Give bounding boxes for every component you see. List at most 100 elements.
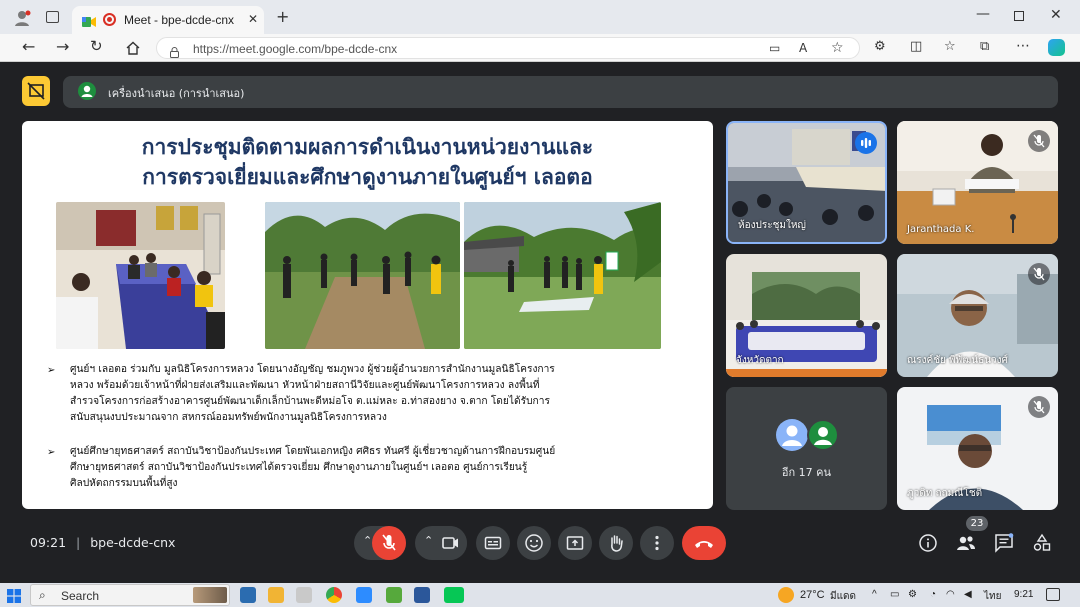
windows-start-icon[interactable] (7, 588, 21, 603)
split-screen-icon[interactable]: ◫ (910, 40, 922, 53)
separator: | (76, 535, 81, 550)
tab-close-icon[interactable]: ✕ (248, 13, 258, 25)
url-field[interactable]: https://meet.google.com/bpe-dcde-cnx ▭ A… (156, 37, 860, 59)
wifi-icon[interactable]: ◠ (946, 589, 955, 600)
tab-meet[interactable]: Meet - bpe-dcde-cnx ✕ (72, 6, 264, 34)
collections-icon[interactable]: ⧉ (980, 40, 989, 53)
leave-call-button[interactable] (682, 526, 726, 560)
zoom-taskbar-icon[interactable] (356, 587, 372, 603)
edge-taskbar-icon[interactable] (240, 587, 256, 603)
input-language[interactable]: ไทย (984, 589, 1001, 604)
people-icon[interactable] (955, 533, 977, 553)
present-icon (566, 536, 584, 550)
back-icon[interactable]: ← (22, 39, 35, 55)
read-aloud-icon[interactable]: A (799, 42, 807, 54)
search-highlight-image (193, 587, 227, 603)
captions-button[interactable] (476, 526, 510, 560)
chevron-up-icon: ⌃ (424, 534, 434, 547)
mic-off-icon (382, 534, 396, 551)
participant-tile[interactable]: จังหวัดตาก (726, 254, 887, 377)
more-options-icon[interactable]: ⋯ (1016, 39, 1030, 53)
bullet-1-line: สำรวจโครงการก่อสร้างอาคารศูนย์พัฒนาเด็กเ… (70, 396, 550, 407)
present-screen-button[interactable] (558, 526, 592, 560)
close-window-icon[interactable]: ✕ (1050, 8, 1062, 22)
file-explorer-taskbar-icon[interactable] (268, 587, 284, 603)
participant-name: ห้องประชุมใหญ่ (738, 220, 806, 231)
chevron-up-icon: ⌃ (363, 534, 373, 547)
profile-icon[interactable] (13, 9, 31, 27)
url-text: https://meet.google.com/bpe-dcde-cnx (193, 42, 398, 56)
app-taskbar-icon[interactable] (296, 587, 312, 603)
bullet-2-line: ศูนย์ศึกษายุทธศาสตร์ สถาบันวิชาป้องกันปร… (70, 446, 556, 457)
system-clock[interactable]: 9:21 (1014, 589, 1033, 600)
taskbar-search[interactable]: ⌕ Search (30, 584, 230, 606)
app-taskbar-icon[interactable] (386, 587, 402, 603)
lock-icon[interactable] (170, 43, 179, 58)
bullet-1-line: หลวง พร้อมด้วยเจ้าหน้าที่ฝ่ายส่งเสริมและ… (70, 380, 540, 391)
copilot-icon[interactable] (1048, 39, 1065, 56)
bullet-1: ศูนย์ฯ เลอตอ ร่วมกับ มูลนิธิโครงการหลวง … (70, 362, 555, 426)
tab-actions-icon[interactable] (46, 11, 59, 23)
favorite-star-icon[interactable]: ☆ (831, 41, 844, 55)
settings-icon[interactable]: ⚙ (908, 589, 917, 600)
avatar (776, 419, 808, 451)
reactions-button[interactable] (517, 526, 551, 560)
bullet-1-line: สนับสนุนงบประมาณจาก สหกรณ์ออมทรัพย์พนักง… (70, 412, 387, 423)
stop-presenting-button[interactable] (22, 76, 50, 106)
participant-tile[interactable]: ณรงค์ชัย พิพัฒน์ธนวงศ์ (897, 254, 1058, 377)
show-hidden-icons[interactable]: ^ (872, 589, 877, 600)
word-taskbar-icon[interactable] (414, 587, 430, 603)
line-taskbar-icon[interactable] (444, 587, 464, 603)
activities-icon[interactable] (1032, 533, 1052, 553)
notifications-icon[interactable] (1046, 588, 1060, 601)
mic-off-icon (1028, 263, 1050, 285)
network-icon[interactable]: ◔ (930, 589, 936, 600)
presenter-avatar-icon (78, 82, 96, 100)
participant-name: ณรงค์ชัย พิพัฒน์ธนวงศ์ (907, 355, 1008, 366)
participant-tile[interactable]: ภูวดิท ถถมณีโชติ (897, 387, 1058, 510)
volume-icon[interactable]: ◀ (964, 589, 972, 600)
chrome-taskbar-icon[interactable] (326, 587, 342, 603)
meeting-time: 09:21 (30, 535, 67, 550)
end-call-icon (695, 541, 713, 548)
minimize-icon[interactable]: — (976, 7, 990, 21)
slide-title-line-1: การประชุมติดตามผลการดำเนินงานหน่วยงานและ (141, 135, 594, 159)
mic-off-icon (1028, 396, 1050, 418)
camera-icon (442, 537, 458, 549)
battery-icon[interactable]: ▭ (890, 589, 899, 600)
slide-title-line-2: การตรวจเยี่ยมและศึกษาดูงานภายในศูนย์ฯ เล… (142, 165, 593, 189)
participant-name: Jaranthada K. (907, 224, 975, 235)
meet-logo-icon (82, 13, 96, 27)
search-label: Search (61, 589, 100, 603)
presentation-off-icon (27, 82, 45, 100)
refresh-icon[interactable]: ↻ (90, 39, 103, 54)
participant-tile[interactable]: ห้องประชุมใหญ่ (726, 121, 887, 244)
bullet-2: ศูนย์ศึกษายุทธศาสตร์ สถาบันวิชาป้องกันปร… (70, 444, 555, 492)
new-tab-icon[interactable]: + (276, 9, 289, 25)
weather-icon (778, 587, 794, 603)
bullet-marker: ➢ (47, 365, 56, 376)
avatar (807, 419, 839, 451)
forward-icon[interactable]: → (56, 39, 69, 55)
microphone-toggle-button[interactable] (372, 526, 406, 560)
favorites-icon[interactable]: ☆ (944, 40, 956, 53)
chat-icon[interactable] (994, 533, 1014, 553)
search-icon: ⌕ (39, 588, 46, 602)
recording-icon (103, 13, 116, 26)
home-icon[interactable] (126, 40, 140, 55)
meeting-info-icon[interactable] (918, 533, 938, 553)
camera-indicator-icon[interactable]: ▭ (769, 42, 780, 54)
others-count-label: อีก 17 คน (781, 466, 832, 479)
camera-toggle-button[interactable] (433, 526, 467, 560)
weather-temp[interactable]: 27°C (800, 589, 825, 601)
raise-hand-button[interactable] (599, 526, 633, 560)
maximize-icon[interactable] (1014, 11, 1024, 21)
others-tile[interactable]: อีก 17 คน (726, 387, 887, 510)
participant-tile[interactable]: Jaranthada K. (897, 121, 1058, 244)
extensions-icon[interactable]: ⚙ (874, 40, 886, 53)
field-visit-photo-1 (265, 202, 460, 349)
bullet-1-line: ศูนย์ฯ เลอตอ ร่วมกับ มูลนิธิโครงการหลวง … (70, 364, 555, 375)
weather-desc: มีแดด (830, 591, 857, 602)
more-options-button[interactable] (640, 526, 674, 560)
presentation-bar: เครื่องนำเสนอ (การนำเสนอ) (22, 76, 1058, 108)
